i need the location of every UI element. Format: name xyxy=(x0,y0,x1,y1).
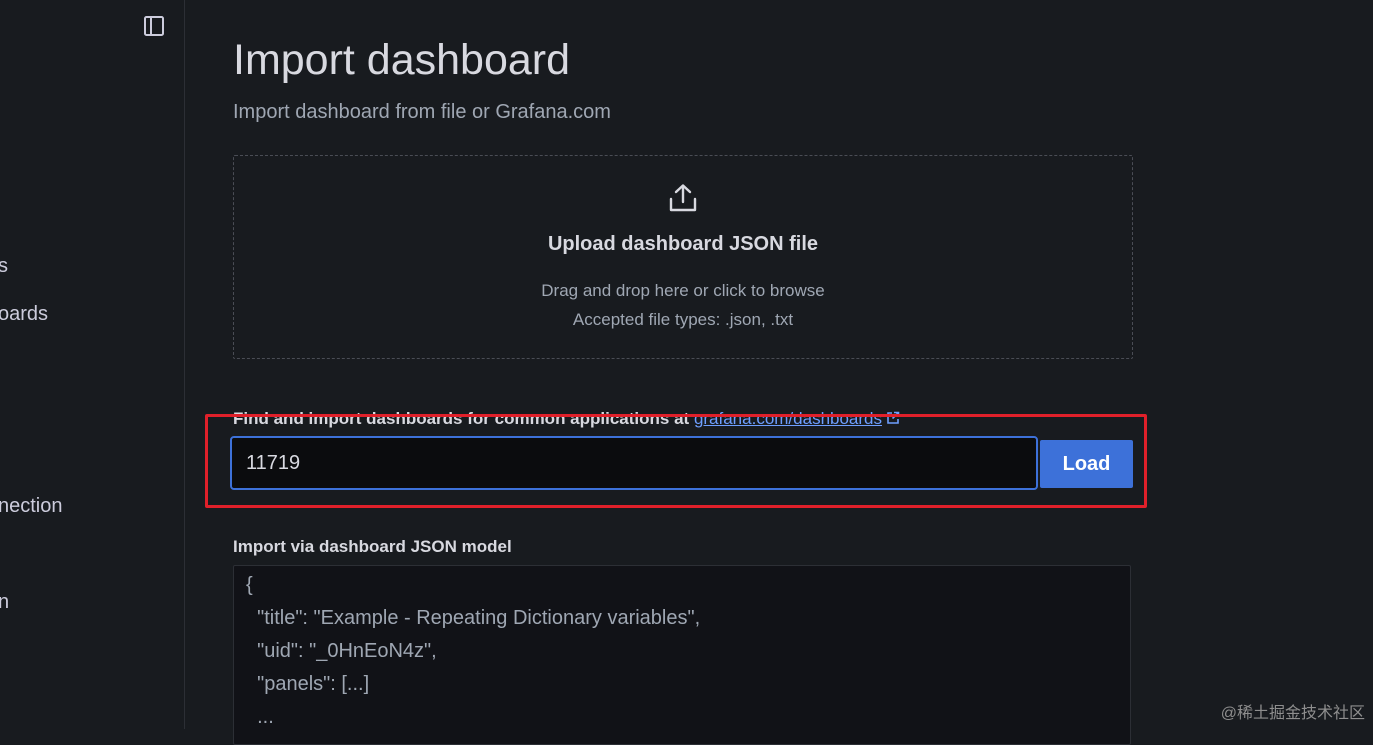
page-subtitle: Import dashboard from file or Grafana.co… xyxy=(233,101,611,123)
load-button[interactable]: Load xyxy=(1040,440,1133,488)
upload-hint-browse: Drag and drop here or click to browse xyxy=(541,281,825,300)
sidebar-item-connection[interactable]: nection xyxy=(0,495,63,518)
external-link-icon[interactable] xyxy=(886,410,900,424)
json-model-textarea[interactable]: { "title": "Example - Repeating Dictiona… xyxy=(233,565,1131,745)
grafana-dashboards-link[interactable]: grafana.com/dashboards xyxy=(694,409,882,428)
sidebar-item-4[interactable]: n xyxy=(0,591,9,614)
grafana-import-label: Find and import dashboards for common ap… xyxy=(233,409,900,429)
upload-dropzone[interactable]: Upload dashboard JSON file Drag and drop… xyxy=(233,155,1133,359)
json-line: { xyxy=(246,574,253,596)
json-line: "uid": "_0HnEoN4z", xyxy=(246,640,437,662)
json-model-label: Import via dashboard JSON model xyxy=(233,537,512,556)
watermark: @稀土掘金技术社区 xyxy=(1220,705,1365,722)
sidebar-dock-icon[interactable] xyxy=(143,15,165,37)
json-line: ... xyxy=(246,706,274,728)
sidebar-item-1[interactable]: s xyxy=(0,255,8,278)
sidebar-item-dashboards[interactable]: oards xyxy=(0,303,48,326)
grafana-import-label-text: Find and import dashboards for common ap… xyxy=(233,409,690,428)
upload-icon xyxy=(667,182,699,214)
json-line: "panels": [...] xyxy=(246,673,370,695)
upload-title: Upload dashboard JSON file xyxy=(547,233,819,255)
main-content: Import dashboard Import dashboard from f… xyxy=(185,0,1373,745)
page-title: Import dashboard xyxy=(233,36,571,84)
upload-hint-file-types: Accepted file types: .json, .txt xyxy=(572,310,794,329)
grafana-dashboard-id-input[interactable] xyxy=(230,436,1038,490)
json-line: "title": "Example - Repeating Dictionary… xyxy=(246,607,701,629)
sidebar: s oards nection n xyxy=(0,0,185,729)
